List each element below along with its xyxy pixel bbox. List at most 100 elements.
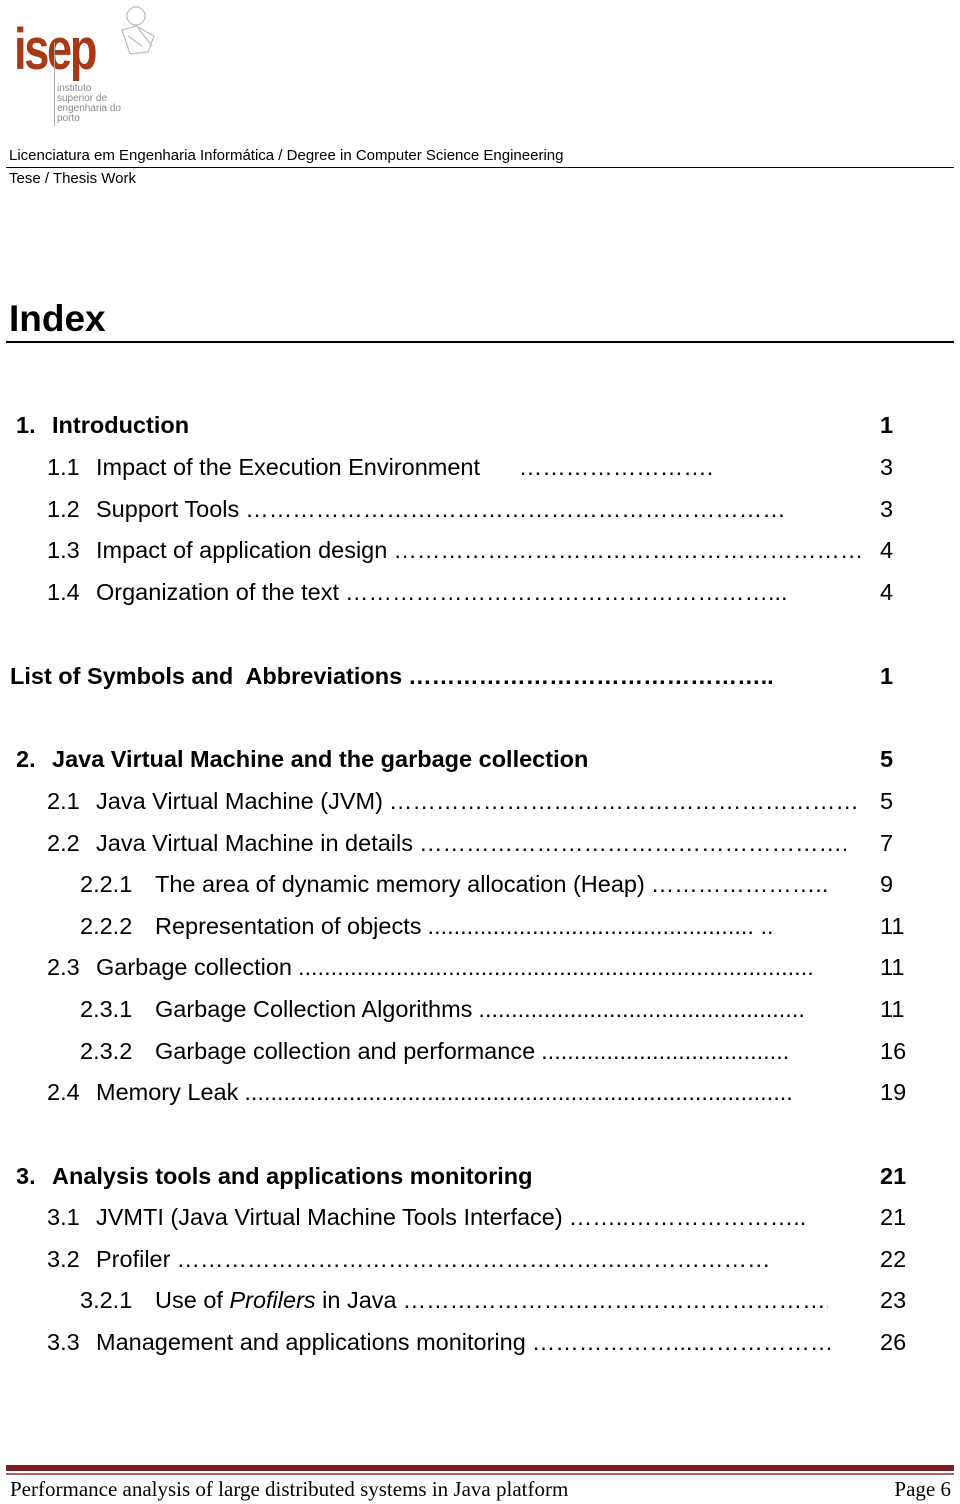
toc-entry-page: 5 <box>880 746 894 772</box>
toc-entry-number: 2.1 <box>47 788 80 814</box>
toc-entry-title: Java Virtual Machine in details <box>96 830 413 856</box>
toc-entry[interactable]: 2.2.2 Representation of objects..........… <box>80 913 904 943</box>
toc-leader-dots: ………………………………………………….……………… <box>176 1246 771 1272</box>
toc-entry-number: 2.3 <box>47 954 80 980</box>
toc-leader-dots: ……………………………………….. <box>408 663 774 689</box>
toc-leader-dots: ........................................… <box>297 954 814 980</box>
toc-entry[interactable]: 2.3.1 Garbage Collection Algorithms......… <box>80 996 904 1026</box>
toc-entry-page: 19 <box>880 1079 907 1105</box>
toc-entry[interactable]: 1.2 Support Tools…………………………………………………………… 3 <box>47 496 893 526</box>
isep-logo: isep instituto superior de engenharia do… <box>14 2 159 127</box>
toc-leader-dots: ……………………. <box>486 454 714 480</box>
toc-entry-title: List of Symbols and Abbreviations <box>10 663 403 689</box>
logo-divider <box>54 42 55 126</box>
toc-entry[interactable]: 2.2 Java Virtual Machine in details………………… <box>47 830 893 860</box>
toc-entry-number: 2.3.1 <box>80 996 133 1022</box>
toc-entry-title: Introduction <box>52 412 190 438</box>
toc-entry-page: 7 <box>880 830 894 856</box>
toc-entry-number: 1.3 <box>47 537 80 563</box>
toc-entry[interactable]: 3.2.1 Use of Profilers in Java……………………………… <box>80 1287 906 1317</box>
toc-leader-dots: ........................................… <box>478 996 805 1022</box>
toc-leader-dots: ………………...……………… <box>531 1329 834 1355</box>
toc-entry-page: 11 <box>880 996 905 1022</box>
toc-entry-number: 1.1 <box>47 454 80 480</box>
toc-entry-page: 3 <box>880 454 894 480</box>
toc-entry-number: 3.3 <box>47 1329 80 1355</box>
toc-entry-page: 21 <box>880 1204 907 1230</box>
toc-leader-dots: ........................................… <box>427 913 774 939</box>
toc-entry-title: JVMTI (Java Virtual Machine Tools Interf… <box>96 1204 563 1230</box>
header-thesis: Tese / Thesis Work <box>9 170 136 187</box>
toc-entry-page: 1 <box>880 412 894 438</box>
toc-entry-number: 2.4 <box>47 1079 80 1105</box>
title-part: Use of <box>155 1287 230 1313</box>
toc-entry-page: 4 <box>880 537 894 563</box>
toc-entry-number: 1.2 <box>47 496 80 522</box>
toc-entry-number: 3. <box>16 1163 36 1189</box>
title-part: in Java <box>315 1287 397 1313</box>
footer-title: Performance analysis of large distribute… <box>10 1477 569 1501</box>
toc-entry-page: 21 <box>880 1163 907 1189</box>
toc-entry-number: 3.1 <box>47 1204 80 1230</box>
toc-entry-title: Garbage collection and performance <box>155 1038 536 1064</box>
toc-entry-number: 3.2.1 <box>80 1287 133 1313</box>
toc-entry-page: 11 <box>880 913 905 939</box>
toc-entry[interactable]: 2.2.1 The area of dynamic memory allocati… <box>80 871 893 901</box>
toc-entry-page: 3 <box>880 496 894 522</box>
toc-entry-number: 2. <box>16 746 36 772</box>
toc-entry-page: 1 <box>880 663 894 689</box>
toc-entry-title: Management and applications monitoring <box>96 1329 526 1355</box>
toc-entry-page: 26 <box>880 1329 907 1355</box>
toc-leader-dots: ………………………………………………. <box>402 1287 828 1313</box>
page-title: Index <box>9 298 106 339</box>
toc-leader-dots: ........................................… <box>244 1079 793 1105</box>
toc-leader-dots: …………………………………………………… <box>393 537 860 563</box>
toc-entry-number: 2.2 <box>47 830 80 856</box>
toc-entry[interactable]: 1.1 Impact of the Execution Environment …… <box>47 454 893 484</box>
toc-entry[interactable]: 1.3 Impact of application design………………………… <box>47 537 893 567</box>
toc-entry[interactable]: List of Symbols and Abbreviations…………………… <box>10 663 893 693</box>
toc-entry[interactable]: 2.3.2 Garbage collection and performance.… <box>80 1038 906 1068</box>
toc-leader-dots: …………………………………………………………… <box>245 496 786 522</box>
toc-leader-dots: ...................................... <box>541 1038 790 1064</box>
toc-leader-dots: ………………………………………………. <box>419 830 846 856</box>
toc-entry-number: 2.3.2 <box>80 1038 133 1064</box>
toc-entry-page: 11 <box>880 954 905 980</box>
footer-page-number: Page 6 <box>894 1477 951 1501</box>
toc-entry-title: Use of Profilers in Java <box>155 1287 397 1314</box>
footer-rule <box>6 1465 954 1471</box>
toc-entry-page: 23 <box>880 1287 907 1313</box>
toc-entry-page: 22 <box>880 1246 907 1272</box>
footer-rule-thin <box>6 1473 954 1475</box>
toc-entry-number: 2.2.1 <box>80 871 133 897</box>
document-page: isep instituto superior de engenharia do… <box>0 0 960 1504</box>
toc-entry-title: Garbage Collection Algorithms <box>155 996 473 1022</box>
toc-entry[interactable]: 1. Introduction 1 <box>16 412 893 442</box>
toc-entry[interactable]: 2.1 Java Virtual Machine (JVM)……………………………… <box>47 788 893 818</box>
toc-entry-title: Java Virtual Machine and the garbage col… <box>52 746 589 772</box>
toc-entry[interactable]: 1.4 Organization of the text…………………………………… <box>47 579 893 609</box>
toc-entry-title: Profiler <box>96 1246 171 1272</box>
toc-entry-page: 5 <box>880 788 894 814</box>
toc-entry[interactable]: 2. Java Virtual Machine and the garbage c… <box>16 746 893 776</box>
header-degree: Licenciatura em Engenharia Informática /… <box>9 147 564 164</box>
toc-leader-dots: …………………………………………………… <box>388 788 856 814</box>
toc-entry-number: 3.2 <box>47 1246 80 1272</box>
toc-entry-title: Organization of the text <box>96 579 339 605</box>
toc-entry-number: 1. <box>16 412 36 438</box>
toc-entry[interactable]: 3.2 Profiler………………………………………………….……………… 22 <box>47 1246 906 1276</box>
toc-entry[interactable]: 2.4 Memory Leak..........................… <box>47 1079 906 1109</box>
toc-entry-title: Impact of application design <box>96 537 388 563</box>
toc-entry[interactable]: 3.3 Management and applications monitorin… <box>47 1329 906 1359</box>
title-emphasis: Profilers <box>229 1287 316 1313</box>
toc-entry[interactable]: 3.1 JVMTI (Java Virtual Machine Tools Int… <box>47 1204 906 1234</box>
title-rule <box>6 341 954 343</box>
toc-entry[interactable]: 2.3 Garbage collection...................… <box>47 954 904 984</box>
logo-subtitle: instituto superior de engenharia do port… <box>57 84 121 124</box>
toc-entry[interactable]: 3. Analysis tools and applications monito… <box>16 1163 906 1193</box>
header-rule <box>6 167 954 168</box>
toc-entry-page: 9 <box>880 871 894 897</box>
toc-entry-title: Garbage collection <box>96 954 292 980</box>
toc-leader-dots: ………………………………………………... <box>344 579 788 605</box>
toc-entry-page: 16 <box>880 1038 907 1064</box>
